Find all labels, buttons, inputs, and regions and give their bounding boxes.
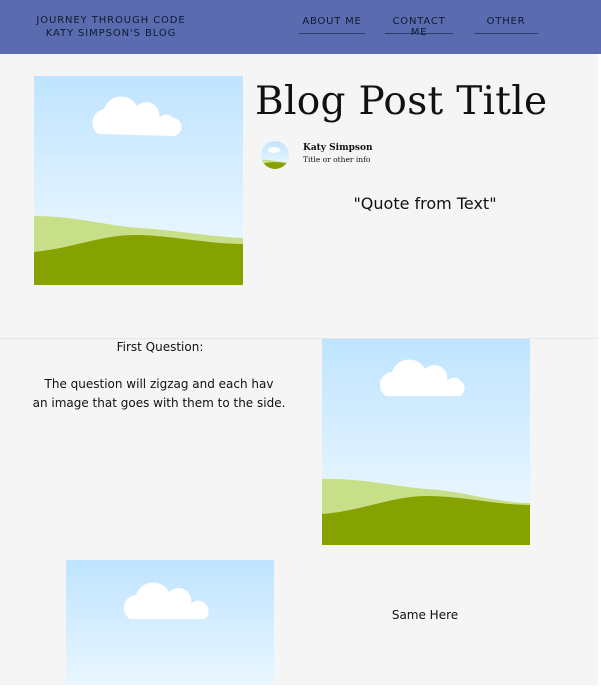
section-1-image bbox=[322, 339, 530, 545]
section-1-body-line: The question will zigzag and each hav bbox=[44, 377, 274, 391]
landscape-placeholder-icon bbox=[34, 76, 243, 285]
author-title-info: Title or other info bbox=[303, 155, 371, 164]
page-edge bbox=[0, 685, 601, 695]
landscape-placeholder-icon bbox=[66, 560, 274, 685]
author-name[interactable]: Katy Simpson bbox=[303, 143, 373, 153]
nav-link-other[interactable]: OTHER bbox=[474, 16, 538, 34]
nav-link-about-me[interactable]: ABOUT ME bbox=[299, 16, 365, 34]
brand-title: JOURNEY THROUGH CODE bbox=[36, 15, 186, 26]
author-avatar bbox=[261, 141, 289, 169]
landscape-placeholder-icon bbox=[322, 339, 530, 545]
section-1-body: The question will zigzag and each hav an… bbox=[24, 375, 294, 413]
section-2-image bbox=[66, 560, 274, 685]
post-title: Blog Post Title bbox=[255, 79, 548, 124]
section-1-body-line: an image that goes with them to the side… bbox=[32, 396, 286, 410]
section-1-heading: First Question: bbox=[116, 340, 204, 354]
hero-image bbox=[34, 76, 243, 285]
site-brand[interactable]: JOURNEY THROUGH CODE KATY SIMPSON'S BLOG bbox=[18, 14, 204, 40]
section-2-text: Same Here bbox=[391, 608, 459, 622]
top-navigation-bar: JOURNEY THROUGH CODE KATY SIMPSON'S BLOG… bbox=[0, 0, 601, 54]
brand-subtitle: KATY SIMPSON'S BLOG bbox=[45, 28, 177, 39]
nav-link-contact-me[interactable]: CONTACT ME bbox=[385, 16, 453, 38]
landscape-placeholder-icon bbox=[261, 141, 289, 169]
post-quote: "Quote from Text" bbox=[353, 194, 497, 213]
